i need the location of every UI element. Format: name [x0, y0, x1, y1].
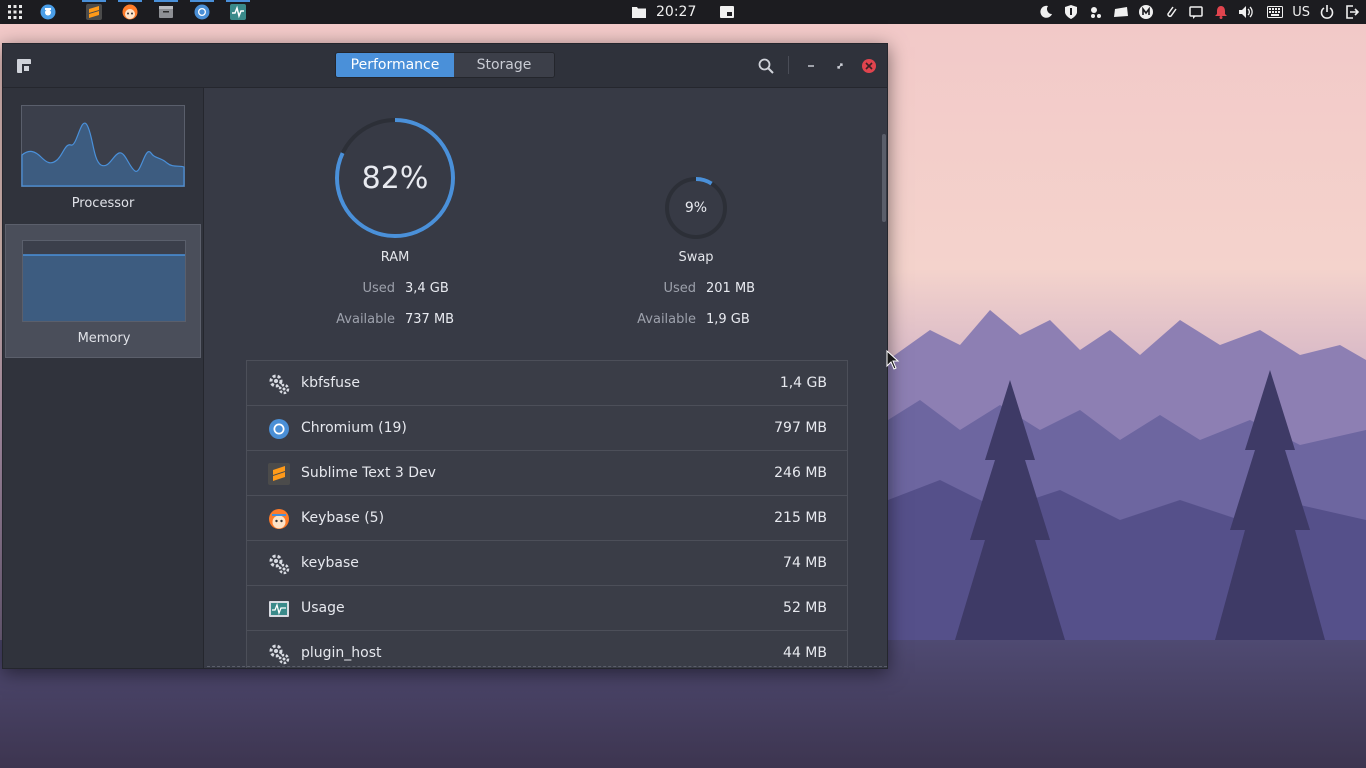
files-icon — [159, 6, 173, 18]
sublime-icon — [86, 4, 102, 20]
swap-available-label: Available — [637, 312, 696, 327]
bell-icon[interactable] — [1213, 4, 1229, 20]
usage-icon — [230, 4, 246, 20]
titlebar-separator — [788, 56, 789, 74]
usage-launcher[interactable] — [220, 0, 256, 24]
process-row[interactable]: keybase 74 MB — [247, 541, 847, 586]
process-name: Usage — [301, 600, 345, 616]
usage-icon — [268, 598, 290, 620]
minimize-icon[interactable] — [802, 57, 820, 75]
usage-window: Performance Storage Processor Memory 82%… — [2, 43, 888, 669]
panel-clock[interactable]: 20:27 — [656, 4, 696, 20]
keybase-tray-icon[interactable] — [1088, 4, 1104, 20]
message-icon[interactable] — [1188, 4, 1204, 20]
scrollbar[interactable] — [882, 134, 886, 222]
swap-used-label: Used — [663, 281, 696, 296]
process-name: Sublime Text 3 Dev — [301, 465, 436, 481]
ram-percent: 82% — [361, 160, 429, 196]
titlebar: Performance Storage — [3, 44, 887, 88]
tab-performance[interactable]: Performance — [336, 53, 454, 77]
gears-icon — [268, 553, 290, 575]
keyboard-icon[interactable] — [1267, 4, 1284, 20]
processor-graph — [21, 105, 185, 187]
scroll-edge-indicator — [207, 666, 887, 667]
panel-launchers — [0, 0, 256, 24]
tab-storage[interactable]: Storage — [454, 53, 554, 77]
process-row[interactable]: Keybase (5) 215 MB — [247, 496, 847, 541]
keybase-icon — [122, 4, 138, 20]
swap-gauge: 9% — [664, 176, 728, 240]
ram-available-label: Available — [336, 312, 395, 327]
process-memory: 1,4 GB — [779, 375, 827, 391]
night-light-icon[interactable] — [1038, 4, 1054, 20]
shield-icon[interactable] — [1063, 4, 1079, 20]
sublime-icon — [268, 463, 290, 485]
keyboard-layout-label[interactable]: US — [1292, 5, 1310, 20]
screenshot-icon — [40, 4, 56, 20]
sidebar-item-memory[interactable]: Memory — [5, 224, 201, 358]
process-name: Keybase (5) — [301, 510, 385, 526]
gears-icon — [268, 643, 290, 665]
process-memory: 215 MB — [774, 510, 827, 526]
sidebar-label-processor: Processor — [71, 196, 135, 211]
screenshot-launcher[interactable] — [30, 0, 66, 24]
process-name: Chromium (19) — [301, 420, 407, 436]
process-memory: 44 MB — [783, 645, 827, 661]
app-grid-button[interactable] — [0, 0, 30, 24]
ram-used-label: Used — [362, 281, 395, 296]
maximize-icon[interactable] — [831, 57, 849, 75]
gears-icon — [268, 373, 290, 395]
memory-graph — [22, 240, 186, 322]
sublime-launcher[interactable] — [76, 0, 112, 24]
ram-gauge: 82% — [333, 116, 457, 240]
process-name: keybase — [301, 555, 359, 571]
panel-center: 20:27 — [632, 0, 735, 24]
app-menu-icon[interactable] — [15, 57, 33, 75]
process-row[interactable]: plugin_host 44 MB — [247, 631, 847, 668]
process-row[interactable]: Chromium (19) 797 MB — [247, 406, 847, 451]
chromium-launcher[interactable] — [184, 0, 220, 24]
process-name: kbfsfuse — [301, 375, 360, 391]
process-row[interactable]: Usage 52 MB — [247, 586, 847, 631]
system-tray: US — [1038, 0, 1360, 24]
logout-icon[interactable] — [1344, 4, 1360, 20]
ram-title: RAM — [380, 250, 410, 265]
volume-icon[interactable] — [1238, 4, 1254, 20]
swap-used-value: 201 MB — [706, 281, 756, 296]
process-memory: 74 MB — [783, 555, 827, 571]
view-switcher: Performance Storage — [335, 52, 555, 78]
process-memory: 52 MB — [783, 600, 827, 616]
top-panel: 20:27 US — [0, 0, 1366, 24]
mega-icon[interactable] — [1138, 4, 1154, 20]
search-icon[interactable] — [757, 57, 775, 75]
process-row[interactable]: Sublime Text 3 Dev 246 MB — [247, 451, 847, 496]
chromium-icon — [268, 418, 290, 440]
chromium-icon — [194, 4, 210, 20]
close-icon[interactable] — [860, 57, 878, 75]
keybase-icon — [268, 508, 290, 530]
notification-card-icon[interactable] — [720, 6, 735, 18]
keybase-launcher[interactable] — [112, 0, 148, 24]
sidebar-item-processor[interactable]: Processor — [5, 90, 201, 224]
swap-percent: 9% — [684, 200, 708, 216]
mouse-cursor-icon — [886, 350, 900, 370]
grid-apps-icon — [8, 5, 22, 19]
process-row[interactable]: kbfsfuse 1,4 GB — [247, 361, 847, 406]
process-memory: 246 MB — [774, 465, 827, 481]
files-launcher[interactable] — [148, 0, 184, 24]
swap-available-value: 1,9 GB — [706, 312, 750, 327]
clip-icon[interactable] — [1163, 4, 1179, 20]
ram-used-value: 3,4 GB — [405, 281, 449, 296]
memory-view: 82% RAM Used 3,4 GB Available 737 MB 9% … — [205, 88, 887, 668]
drive-icon[interactable] — [1113, 4, 1129, 20]
sidebar: Processor Memory — [3, 88, 204, 668]
process-name: plugin_host — [301, 645, 382, 661]
folder-icon[interactable] — [632, 6, 646, 18]
process-list: kbfsfuse 1,4 GB Chromium (19) 797 MB Sub… — [246, 360, 848, 668]
process-memory: 797 MB — [774, 420, 827, 436]
swap-title: Swap — [678, 250, 714, 265]
sidebar-label-memory: Memory — [77, 331, 131, 346]
power-icon[interactable] — [1319, 4, 1335, 20]
ram-available-value: 737 MB — [405, 312, 455, 327]
